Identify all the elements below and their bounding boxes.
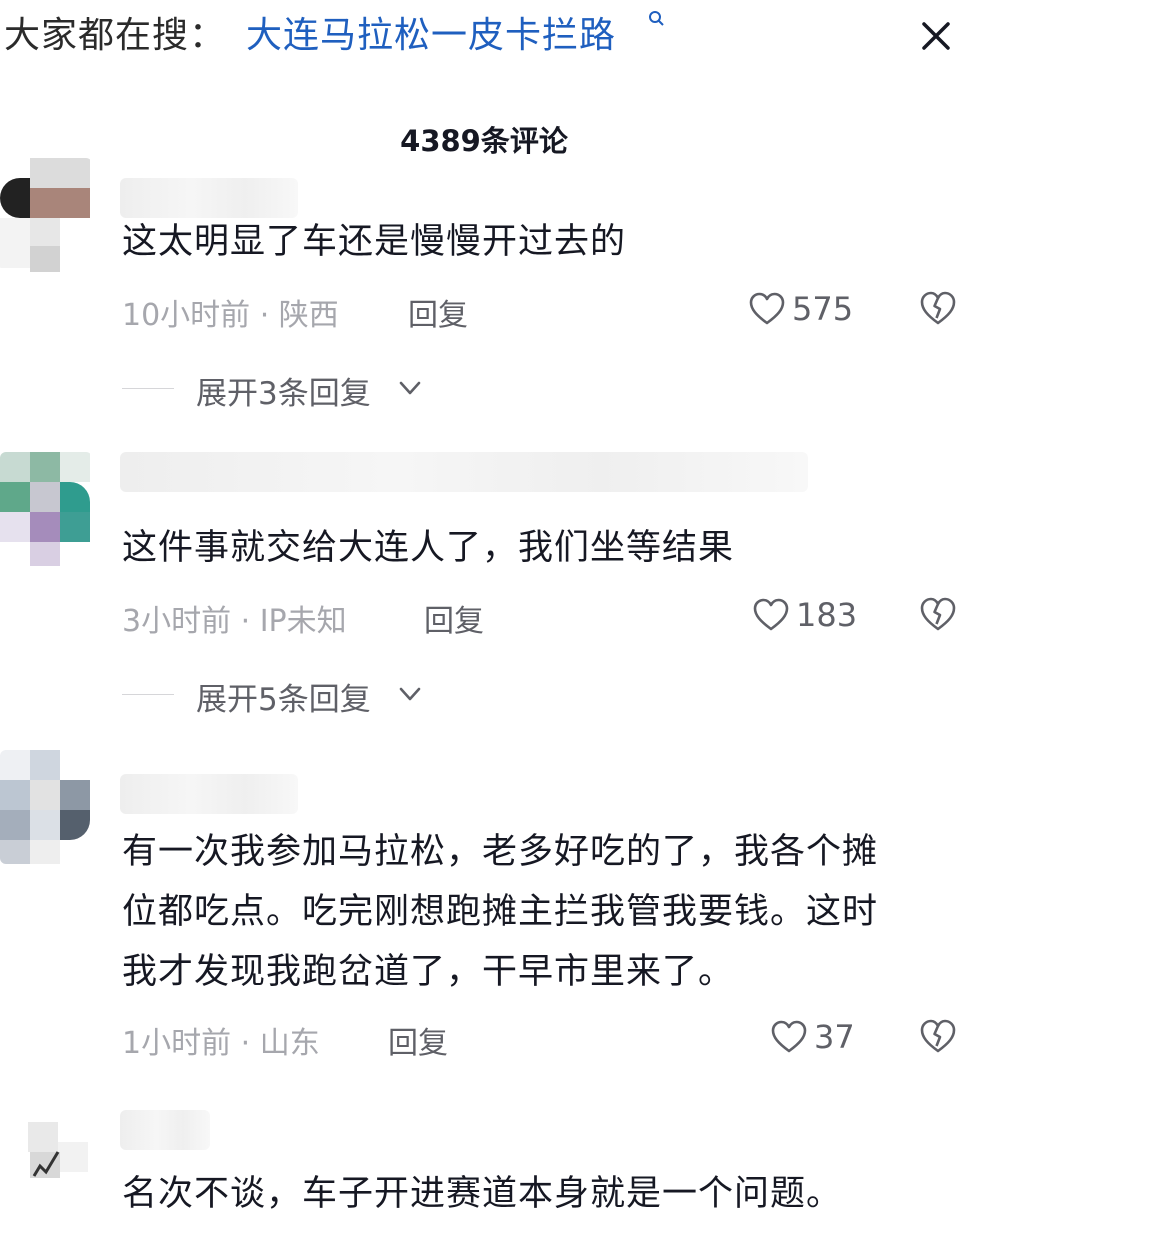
like-button[interactable]: 37 <box>770 1014 855 1060</box>
comment-meta: 3小时前 · IP未知 回复 183 <box>122 592 982 640</box>
broken-heart-icon[interactable] <box>918 288 958 328</box>
reply-button[interactable]: 回复 <box>408 290 468 334</box>
username-blurred <box>120 452 808 492</box>
comment-time-location: 3小时前 · IP未知 <box>122 604 347 639</box>
username-blurred <box>120 774 298 814</box>
search-suggestion-prefix: 大家都在搜： <box>4 15 227 56</box>
comment-item: 有一次我参加马拉松，老多好吃的了，我各个摊 位都吃点。吃完刚想跑摊主拦我管我要钱… <box>0 750 1152 1080</box>
comment-text-line: 位都吃点。吃完刚想跑摊主拦我管我要钱。这时 <box>122 892 879 932</box>
close-icon[interactable] <box>914 14 958 58</box>
comment-time-location: 10小时前 · 陕西 <box>122 298 339 333</box>
reply-button[interactable]: 回复 <box>388 1018 448 1062</box>
heart-icon <box>771 1020 807 1053</box>
comment-item: 名次不谈，车子开进赛道本身就是一个问题。 <box>0 1106 1152 1242</box>
comment-text-line: 有一次我参加马拉松，老多好吃的了，我各个摊 <box>122 832 879 872</box>
like-button[interactable]: 183 <box>752 592 857 638</box>
comment-item: 这件事就交给大连人了，我们坐等结果 3小时前 · IP未知 回复 183 展开5… <box>0 450 1152 720</box>
heart-icon <box>753 598 789 631</box>
like-count: 575 <box>792 290 854 328</box>
comment-text-line: 我才发现我跑岔道了，干早市里来了。 <box>122 952 735 992</box>
divider-line <box>122 694 174 695</box>
like-count: 183 <box>796 596 858 634</box>
comment-meta: 10小时前 · 陕西 回复 575 <box>122 286 982 334</box>
divider-line <box>122 388 174 389</box>
broken-heart-icon[interactable] <box>918 594 958 634</box>
comment-text: 有一次我参加马拉松，老多好吃的了，我各个摊 位都吃点。吃完刚想跑摊主拦我管我要钱… <box>122 822 982 1002</box>
chevron-down-icon <box>399 381 421 395</box>
comment-item: 这太明显了车还是慢慢开过去的 10小时前 · 陕西 回复 575 展开3条回复 <box>0 150 1152 420</box>
username-blurred <box>120 1110 210 1150</box>
chevron-down-icon <box>399 687 421 701</box>
expand-replies-button[interactable]: 展开5条回复 <box>122 674 522 718</box>
comment-time-location: 1小时前 · 山东 <box>122 1026 320 1061</box>
like-count: 37 <box>814 1018 855 1056</box>
avatar[interactable] <box>0 1112 92 1182</box>
search-suggestion-link[interactable]: 大连马拉松一皮卡拦路 <box>246 6 616 58</box>
like-button[interactable]: 575 <box>748 286 853 332</box>
comment-meta: 1小时前 · 山东 回复 37 <box>122 1014 982 1062</box>
avatar[interactable] <box>0 750 92 864</box>
avatar[interactable] <box>0 158 92 272</box>
reply-button[interactable]: 回复 <box>424 596 484 640</box>
search-icon[interactable] <box>648 10 666 28</box>
search-suggestion-bar: 大家都在搜： 大连马拉松一皮卡拦路 <box>0 0 1152 70</box>
comment-text: 这件事就交给大连人了，我们坐等结果 <box>122 528 735 568</box>
expand-replies-label: 展开3条回复 <box>196 376 371 412</box>
expand-replies-label: 展开5条回复 <box>196 682 371 718</box>
broken-heart-icon[interactable] <box>918 1016 958 1056</box>
comment-text: 名次不谈，车子开进赛道本身就是一个问题。 <box>122 1174 843 1214</box>
comment-text: 这太明显了车还是慢慢开过去的 <box>122 222 627 262</box>
avatar[interactable] <box>0 452 92 566</box>
expand-replies-button[interactable]: 展开3条回复 <box>122 368 522 412</box>
heart-icon <box>749 292 785 325</box>
